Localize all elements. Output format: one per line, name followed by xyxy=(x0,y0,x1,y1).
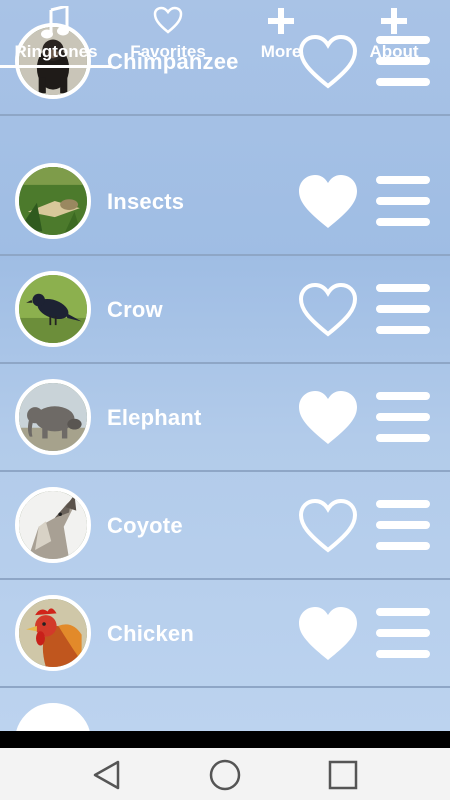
menu-button[interactable] xyxy=(376,284,430,334)
menu-icon-bar xyxy=(376,629,430,637)
menu-icon-bar xyxy=(376,197,430,205)
heart-filled-icon xyxy=(299,175,357,228)
menu-icon-bar xyxy=(376,521,430,529)
recents-square-icon xyxy=(328,760,358,790)
menu-icon-bar xyxy=(376,392,430,400)
avatar-insects xyxy=(15,163,91,239)
heart-outline-icon xyxy=(298,498,358,553)
menu-icon-bar xyxy=(376,650,430,658)
tab-favorites[interactable]: Favorites xyxy=(112,0,224,70)
avatar-chicken xyxy=(15,595,91,671)
list-item[interactable]: Chicken xyxy=(0,580,450,688)
back-button[interactable] xyxy=(90,758,124,792)
list-item[interactable]: Coyote xyxy=(0,472,450,580)
list-item[interactable]: Insects xyxy=(0,148,450,256)
ringtone-name[interactable]: Chicken xyxy=(107,580,194,688)
menu-button[interactable] xyxy=(376,176,430,226)
list-item[interactable]: Crow xyxy=(0,256,450,364)
heart-outline-icon xyxy=(153,6,183,34)
favorite-toggle[interactable] xyxy=(298,174,358,230)
list-item[interactable]: Elephant xyxy=(0,364,450,472)
menu-button[interactable] xyxy=(376,392,430,442)
bottom-black-bar xyxy=(0,731,450,748)
menu-button[interactable] xyxy=(376,608,430,658)
tab-ringtones[interactable]: Ringtones xyxy=(0,0,112,70)
ringtone-name[interactable]: Insects xyxy=(107,148,184,256)
menu-icon-bar xyxy=(376,608,430,616)
tab-label: About xyxy=(369,42,419,61)
music-note-icon xyxy=(41,6,69,39)
plus-icon xyxy=(381,8,407,34)
tab-bar: Ringtones Favorites More About xyxy=(0,0,450,70)
favorite-toggle[interactable] xyxy=(298,390,358,446)
plus-icon xyxy=(268,8,294,34)
tab-label: Ringtones xyxy=(14,42,98,61)
home-circle-icon xyxy=(209,759,241,791)
menu-icon-bar xyxy=(376,500,430,508)
tab-label: More xyxy=(260,42,302,61)
tab-label: Favorites xyxy=(130,42,206,61)
ringtone-name[interactable]: Crow xyxy=(107,256,163,364)
menu-icon-bar xyxy=(376,78,430,86)
menu-icon-bar xyxy=(376,176,430,184)
menu-icon-bar xyxy=(376,218,430,226)
avatar-partial xyxy=(15,703,91,731)
ringtone-name[interactable]: Coyote xyxy=(107,472,183,580)
menu-icon-bar xyxy=(376,434,430,442)
tab-more[interactable]: More xyxy=(225,0,337,70)
avatar-elephant xyxy=(15,379,91,455)
menu-icon-bar xyxy=(376,305,430,313)
system-nav-bar xyxy=(0,748,450,800)
menu-icon-bar xyxy=(376,326,430,334)
favorite-toggle[interactable] xyxy=(298,606,358,662)
recents-button[interactable] xyxy=(326,758,360,792)
heart-filled-icon xyxy=(299,607,357,660)
ringtone-name[interactable]: Elephant xyxy=(107,364,202,472)
menu-icon-bar xyxy=(376,413,430,421)
home-button[interactable] xyxy=(208,758,242,792)
back-triangle-icon xyxy=(93,760,120,790)
heart-outline-icon xyxy=(298,282,358,337)
list-item[interactable] xyxy=(0,688,450,731)
menu-icon-bar xyxy=(376,542,430,550)
active-tab-indicator xyxy=(0,65,112,68)
app-screen: Chimpanzee Insects Crow Elephant Coyote … xyxy=(0,0,450,731)
avatar-crow xyxy=(15,271,91,347)
menu-icon-bar xyxy=(376,284,430,292)
favorite-toggle[interactable] xyxy=(298,282,358,338)
avatar-coyote xyxy=(15,487,91,563)
tab-about[interactable]: About xyxy=(338,0,450,70)
menu-button[interactable] xyxy=(376,500,430,550)
heart-filled-icon xyxy=(299,391,357,444)
favorite-toggle[interactable] xyxy=(298,498,358,554)
